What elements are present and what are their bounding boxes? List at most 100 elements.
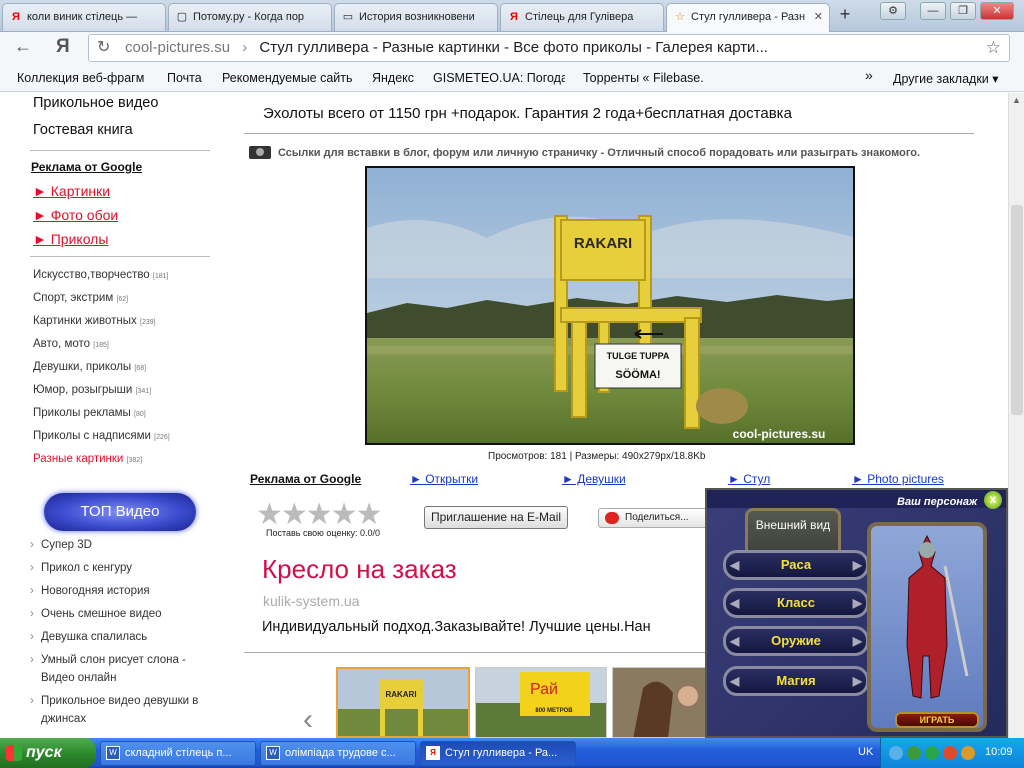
class-button[interactable]: Класс (723, 588, 869, 618)
close-tab-icon[interactable]: ✕ (814, 4, 823, 30)
nav-link-guestbook[interactable]: Гостевая книга (33, 122, 133, 138)
yandex-favicon-icon: Я (510, 11, 518, 23)
video-link[interactable]: Умный слон рисует слона - Видео онлайн (30, 651, 211, 687)
category-link[interactable]: Искусство,творчество [181] (33, 269, 168, 281)
bookmark-item[interactable]: Рекомендуемые сайть (222, 71, 352, 85)
category-link[interactable]: Приколы рекламы [80] (33, 407, 146, 419)
video-link[interactable]: Супер 3D (30, 536, 211, 554)
thumbnail[interactable] (612, 667, 708, 738)
windows-logo-icon (6, 745, 22, 761)
ad-link-photo-pictures[interactable]: ► Photo pictures (852, 472, 944, 486)
system-tray: 10:09 (880, 738, 1024, 768)
category-link[interactable]: Приколы с надписями [226] (33, 430, 170, 442)
ad-link-girls[interactable]: ► Девушки (562, 472, 626, 486)
nav-link-funny-video[interactable]: Прикольное видео (33, 95, 158, 111)
taskbar-item-browser[interactable]: Я Стул гулливера - Ра... (420, 741, 576, 766)
ad-link-cards[interactable]: ► Открытки (410, 472, 478, 486)
more-bookmarks-chevron-icon[interactable]: » (865, 67, 873, 83)
address-bar[interactable]: ↻ cool-pictures.su › Стул гулливера - Ра… (88, 34, 1010, 62)
category-link-selected[interactable]: Разные картинки [382] (33, 453, 142, 465)
thumbnail-image: RAKARI (338, 669, 468, 736)
game-ad-overlay[interactable]: Ваш персонаж x Внешний вид Раса Класс Ор… (705, 488, 1008, 738)
thumbnail-label: Рай (530, 681, 558, 698)
divider (30, 150, 210, 151)
play-button[interactable]: ИГРАТЬ (895, 712, 979, 728)
chair-photo-image: RAKARI TULGE TUPPA SÖÖMA! cool-pictures.… (367, 168, 853, 443)
taskbar-item-word-doc[interactable]: W олімпіада трудове с... (260, 741, 416, 766)
invite-email-button[interactable]: Приглашение на E-Mail (424, 506, 568, 529)
volume-icon[interactable] (961, 746, 975, 760)
bookmark-item[interactable]: Торренты « Filebase. (583, 71, 715, 85)
messenger-icon[interactable] (925, 746, 939, 760)
tab-4[interactable]: Я Стілець для Гулівера (500, 3, 664, 31)
minimize-button[interactable]: — (920, 2, 946, 20)
tab-5-active[interactable]: ☆ Стул гулливера - Разн ✕ (666, 3, 830, 32)
google-ads-label[interactable]: Реклама от Google (31, 160, 142, 174)
category-name: Картинки животных (33, 315, 137, 327)
start-button[interactable]: пуск (0, 738, 96, 768)
share-icon (605, 512, 619, 524)
category-link[interactable]: Девушки, приколы [68] (33, 361, 146, 373)
tab-1[interactable]: Я коли виник стілець — (2, 3, 166, 31)
category-link[interactable]: Картинки животных [239] (33, 315, 156, 327)
category-count: [382] (126, 457, 143, 464)
google-ads-label[interactable]: Реклама от Google (250, 472, 361, 486)
video-link[interactable]: Прикольное видео девушки в джинсах (30, 692, 211, 728)
top-video-banner[interactable]: ТОП Видео (44, 493, 196, 531)
video-link[interactable]: Очень смешное видео (30, 605, 211, 623)
category-link[interactable]: Спорт, экстрим [62] (33, 292, 128, 304)
back-arrow-icon[interactable]: ← (14, 36, 32, 57)
photo-info: Просмотров: 181 | Размеры: 490x279px/18.… (488, 451, 706, 462)
bookmark-item[interactable]: Почта (167, 71, 202, 85)
thumbnail[interactable]: Рай 800 МЕТРОВ (475, 667, 607, 738)
taskbar-item-word-doc[interactable]: W складний стілець п... (100, 741, 256, 766)
vertical-scrollbar[interactable]: ▲ (1008, 93, 1024, 738)
scroll-up-icon[interactable]: ▲ (1012, 95, 1021, 105)
network-icon[interactable] (889, 746, 903, 760)
category-name: Юмор, розыгрыши (33, 384, 133, 396)
ad-domain[interactable]: kulik-system.ua (263, 593, 359, 609)
antivirus-icon[interactable] (907, 746, 921, 760)
reload-icon[interactable]: ↻ (97, 35, 110, 61)
tab-3[interactable]: ▭ История возникновени (334, 3, 498, 31)
bookmark-item[interactable]: Коллекция веб-фрагм (17, 71, 147, 85)
new-tab-button[interactable]: + (833, 4, 857, 25)
ad-link-chair[interactable]: ► Стул (728, 472, 770, 486)
ad-link-jokes[interactable]: ► Приколы (33, 231, 108, 247)
settings-gear-icon[interactable]: ⚙ (880, 2, 906, 20)
language-indicator[interactable]: UK (858, 746, 873, 758)
category-link[interactable]: Юмор, розыгрыши [341] (33, 384, 151, 396)
category-name: Искусство,творчество (33, 269, 150, 281)
close-window-button[interactable]: ✕ (980, 2, 1014, 20)
thumbnail-sublabel: 800 МЕТРОВ (535, 708, 573, 714)
bookmark-item[interactable]: GISMETEO.UA: Погода (433, 71, 565, 85)
main-photo[interactable]: RAKARI TULGE TUPPA SÖÖMA! cool-pictures.… (365, 166, 855, 445)
category-link[interactable]: Авто, мото [185] (33, 338, 109, 350)
warning-icon[interactable] (943, 746, 957, 760)
video-link[interactable]: Девушка спалилась (30, 628, 211, 646)
close-ad-icon[interactable]: x (984, 491, 1002, 509)
other-bookmarks-folder[interactable]: Другие закладки ▾ (893, 71, 999, 86)
category-count: [62] (116, 296, 129, 303)
thumbs-prev-arrow-icon[interactable]: ‹ (303, 703, 313, 737)
race-button[interactable]: Раса (723, 550, 869, 580)
rating-stars[interactable]: ★★★★★ (256, 497, 382, 532)
bookmark-star-icon[interactable]: ☆ (986, 35, 1001, 61)
promo-text-link[interactable]: Эхолоты всего от 1150 грн +подарок. Гара… (263, 105, 792, 122)
ad-link-wallpapers[interactable]: ► Фото обои (33, 207, 118, 223)
yandex-logo-icon[interactable]: Я (56, 36, 70, 58)
ad-title-link[interactable]: Кресло на заказ (262, 554, 457, 585)
maximize-button[interactable]: ❐ (950, 2, 976, 20)
magic-button[interactable]: Магия (723, 666, 869, 696)
bookmark-item[interactable]: Яндекс (372, 71, 414, 85)
share-button[interactable]: Поделиться... (598, 508, 710, 528)
embed-links-text[interactable]: Ссылки для вставки в блог, форум или лич… (278, 147, 920, 159)
thumbnail[interactable]: RAKARI (336, 667, 470, 738)
tab-2[interactable]: ▢ Потому.ру - Когда пор (168, 3, 332, 31)
video-link[interactable]: Прикол с кенгуру (30, 559, 211, 577)
weapon-button[interactable]: Оружие (723, 626, 869, 656)
ad-link-pictures[interactable]: ► Картинки (33, 183, 110, 199)
scrollbar-thumb[interactable] (1011, 205, 1023, 415)
task-title: Стул гулливера - Ра... (445, 747, 558, 759)
video-link[interactable]: Новогодняя история (30, 582, 211, 600)
